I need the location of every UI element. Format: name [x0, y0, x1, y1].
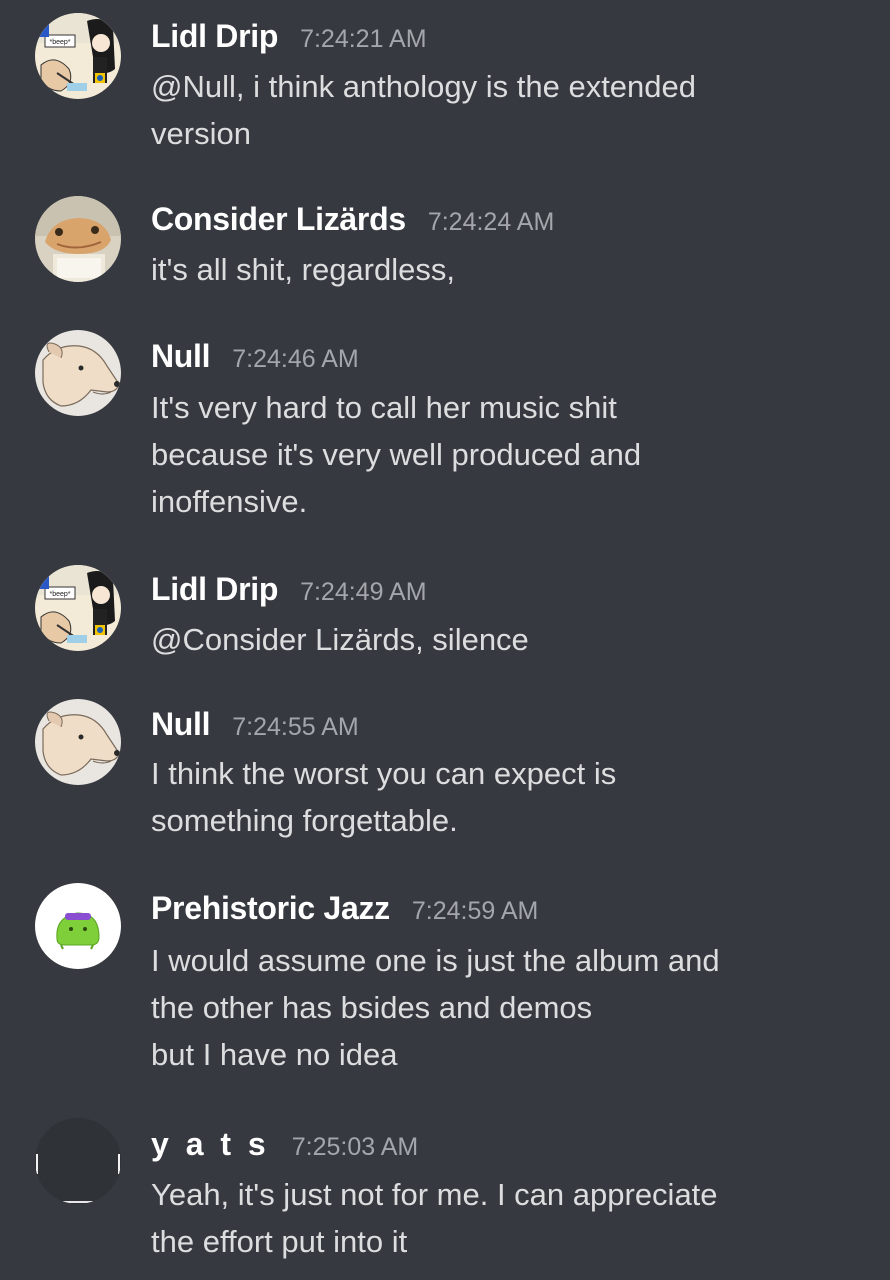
message-line: @Null, i think anthology is the extended [151, 69, 697, 104]
message-content: it's all shit, regardless, [151, 246, 851, 293]
cartoon-avatar-icon: *beep* [35, 565, 121, 651]
message-line: something forgettable. [151, 803, 458, 838]
message-content: I think the worst you can expect is some… [151, 750, 851, 844]
timestamp: 7:25:03 AM [291, 1133, 419, 1161]
avatar-consider-lizards[interactable] [35, 196, 121, 282]
author-name[interactable]: Consider Lizärds [151, 201, 406, 237]
dog-avatar-icon [35, 699, 121, 785]
message-line: because it's very well produced and [151, 437, 642, 472]
timestamp: 7:24:21 AM [300, 25, 427, 53]
author-name[interactable]: Prehistoric Jazz [151, 890, 390, 926]
timestamp: 7:24:49 AM [300, 578, 427, 606]
message-line: it's all shit, regardless, [151, 252, 455, 287]
message-line: I think the worst you can expect is [151, 756, 617, 791]
avatar-null[interactable] [35, 330, 121, 416]
message-content: @Consider Lizärds, silence [151, 616, 851, 663]
avatar-badge-text: *beep* [49, 39, 70, 46]
message-line: Yeah, it's just not for me. I can apprec… [151, 1177, 718, 1212]
avatar-yats[interactable] [35, 1118, 121, 1204]
message-content: It's very hard to call her music shit be… [151, 384, 851, 525]
author-name[interactable]: Null [151, 338, 211, 374]
avatar-null[interactable] [35, 699, 121, 785]
timestamp: 7:24:46 AM [232, 345, 359, 373]
message-line: but I have no idea [151, 1037, 398, 1072]
gecko-avatar-icon [35, 196, 121, 282]
avatar-lidl-drip[interactable]: *beep* [35, 13, 121, 99]
author-name[interactable]: Null [151, 706, 211, 742]
author-name[interactable]: Lidl Drip [151, 571, 278, 607]
avatar-badge-text: *beep* [49, 591, 70, 598]
author-name[interactable]: y a t s [151, 1126, 270, 1162]
dog-avatar-icon [35, 330, 121, 416]
message-line: version [151, 116, 251, 151]
timestamp: 7:24:24 AM [427, 208, 555, 236]
dark-avatar-icon [35, 1118, 121, 1204]
message-line: @Consider Lizärds, silence [151, 622, 529, 657]
message-content: Yeah, it's just not for me. I can apprec… [151, 1171, 851, 1265]
author-name[interactable]: Lidl Drip [151, 18, 278, 54]
message-content: I would assume one is just the album and… [151, 937, 851, 1078]
avatar-prehistoric-jazz[interactable] [35, 883, 121, 969]
timestamp: 7:24:59 AM [411, 897, 539, 925]
message-line: inoffensive. [151, 484, 308, 519]
message-line: It's very hard to call her music shit [151, 390, 617, 425]
green-blob-avatar-icon [35, 883, 121, 969]
timestamp: 7:24:55 AM [232, 713, 359, 741]
message-line: the other has bsides and demos [151, 990, 593, 1025]
message-line: the effort put into it [151, 1224, 408, 1259]
message-line: I would assume one is just the album and [151, 943, 720, 978]
message-content: @Null, i think anthology is the extended… [151, 63, 851, 157]
avatar-lidl-drip[interactable]: *beep* [35, 565, 121, 651]
cartoon-avatar-icon: *beep* [35, 13, 121, 99]
